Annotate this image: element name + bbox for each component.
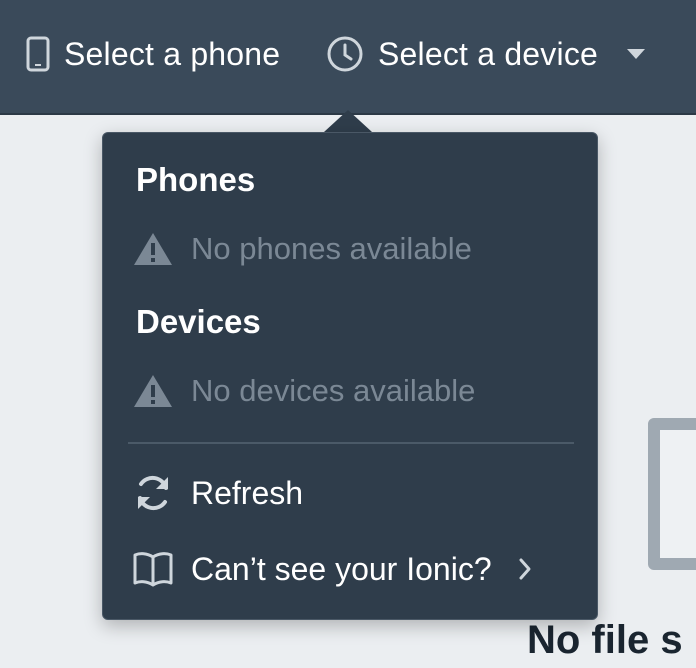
empty-state-heading: No file s	[527, 618, 683, 662]
chevron-right-icon	[518, 557, 532, 581]
select-device-button[interactable]: Select a device	[326, 34, 646, 74]
no-devices-message: No devices available	[131, 371, 475, 411]
empty-file-illustration	[648, 418, 696, 570]
select-phone-label: Select a phone	[64, 35, 281, 72]
phones-section-title: Phones	[136, 161, 256, 198]
cant-see-ionic-label: Can’t see your Ionic?	[191, 550, 492, 587]
select-device-label: Select a device	[378, 35, 599, 72]
refresh-label: Refresh	[191, 474, 304, 511]
device-dropdown-menu: Phones No phones available Devices No de…	[102, 132, 598, 620]
select-phone-button[interactable]: Select a phone	[26, 34, 280, 74]
top-bar: Select a phone Select a device	[0, 0, 696, 115]
warning-icon	[131, 371, 175, 411]
clock-icon	[326, 35, 364, 73]
no-phones-message: No phones available	[131, 229, 472, 269]
caret-down-icon[interactable]	[626, 48, 646, 60]
no-phones-text: No phones available	[191, 231, 472, 266]
book-icon	[131, 547, 175, 591]
refresh-button[interactable]: Refresh	[131, 471, 303, 515]
dropdown-pointer	[324, 110, 372, 132]
devices-section-title: Devices	[136, 303, 261, 340]
refresh-icon	[131, 471, 175, 515]
warning-icon	[131, 229, 175, 269]
no-devices-text: No devices available	[191, 373, 476, 408]
smartphone-icon	[26, 36, 50, 72]
cant-see-ionic-link[interactable]: Can’t see your Ionic?	[131, 547, 532, 591]
menu-divider	[128, 442, 574, 444]
